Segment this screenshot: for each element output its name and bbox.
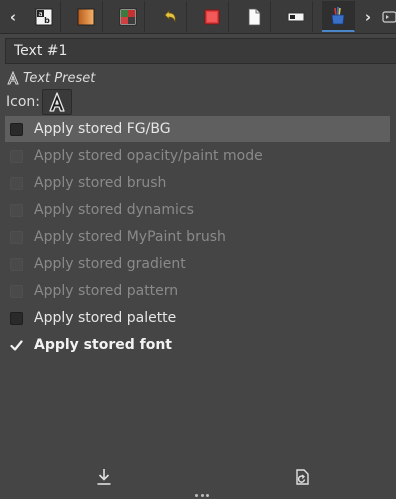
option-label: Apply stored palette	[34, 310, 177, 326]
download-icon	[97, 469, 111, 485]
tab-patterns[interactable]	[196, 1, 229, 32]
option-label: Apply stored dynamics	[34, 202, 194, 218]
tab-fonts[interactable]: a b	[28, 1, 61, 32]
grip-dot	[195, 494, 198, 497]
tab-palettes[interactable]	[112, 1, 145, 32]
option-label: Apply stored font	[34, 337, 172, 353]
option-label: Apply stored MyPaint brush	[34, 229, 226, 245]
option-apply-mypaint-brush[interactable]: Apply stored MyPaint brush	[5, 224, 390, 250]
svg-text:a: a	[38, 10, 42, 18]
option-label: Apply stored pattern	[34, 283, 179, 299]
option-label: Apply stored opacity/paint mode	[34, 148, 263, 164]
option-apply-pattern[interactable]: Apply stored pattern	[5, 278, 390, 304]
icon-row: Icon:	[6, 89, 72, 115]
option-label: Apply stored gradient	[34, 256, 186, 272]
tab-undo-history[interactable]	[154, 1, 187, 32]
svg-text:b: b	[44, 16, 50, 25]
template-icon	[287, 12, 305, 21]
checkbox[interactable]	[10, 284, 23, 298]
pattern-icon	[204, 9, 220, 24]
option-apply-fg-bg[interactable]: Apply stored FG/BG	[5, 116, 390, 142]
option-label: Apply stored FG/BG	[34, 121, 171, 137]
checkbox[interactable]	[10, 203, 23, 217]
tab-scroll-left-button[interactable]: ‹	[2, 0, 24, 33]
dock-menu-button[interactable]	[380, 1, 396, 32]
option-apply-palette[interactable]: Apply stored palette	[5, 305, 390, 331]
option-apply-gradient[interactable]: Apply stored gradient	[5, 251, 390, 277]
preset-type-text: Text Preset	[23, 70, 96, 86]
save-preset-button[interactable]	[92, 465, 116, 489]
checkbox[interactable]	[10, 257, 23, 271]
text-tool-icon	[49, 92, 65, 112]
icon-chooser-button[interactable]	[41, 89, 72, 115]
option-apply-font[interactable]: Apply stored font	[5, 332, 390, 358]
restore-icon	[296, 469, 309, 485]
dockable-tab-bar: ‹ a b ›	[0, 0, 396, 34]
checkbox[interactable]	[10, 176, 23, 190]
checkbox-checked[interactable]	[10, 339, 23, 352]
icon-label: Icon:	[6, 94, 40, 110]
tool-presets-icon	[331, 6, 345, 24]
grip-dot	[200, 494, 204, 497]
checkbox[interactable]	[10, 230, 23, 244]
option-apply-dynamics[interactable]: Apply stored dynamics	[5, 197, 390, 223]
tab-scroll-right-button[interactable]: ›	[357, 0, 379, 33]
checkbox[interactable]	[10, 149, 23, 163]
tab-tool-presets[interactable]	[322, 1, 355, 32]
checkmark-icon	[10, 339, 23, 351]
checkbox[interactable]	[10, 122, 23, 136]
tab-templates[interactable]	[280, 1, 313, 32]
undo-history-icon	[164, 9, 176, 22]
palette-icon	[119, 8, 137, 25]
preset-name-input[interactable]	[5, 38, 396, 64]
restore-preset-button[interactable]	[290, 465, 314, 489]
dock-menu-icon	[382, 10, 396, 23]
grip-dot	[206, 494, 209, 497]
text-tool-icon	[7, 71, 19, 85]
option-label: Apply stored brush	[34, 175, 167, 191]
font-icon: a b	[35, 8, 53, 25]
gradient-icon	[77, 8, 95, 25]
resize-grip[interactable]	[195, 494, 209, 498]
chevron-left-icon: ‹	[9, 7, 17, 26]
chevron-right-icon: ›	[364, 7, 372, 26]
option-apply-brush[interactable]: Apply stored brush	[5, 170, 390, 196]
checkbox[interactable]	[10, 311, 23, 325]
option-apply-opacity-paint-mode[interactable]: Apply stored opacity/paint mode	[5, 143, 390, 169]
tab-gradients[interactable]	[70, 1, 103, 32]
preset-type-label: Text Preset	[6, 69, 95, 87]
document-icon	[248, 8, 261, 25]
tab-documents[interactable]	[238, 1, 271, 32]
